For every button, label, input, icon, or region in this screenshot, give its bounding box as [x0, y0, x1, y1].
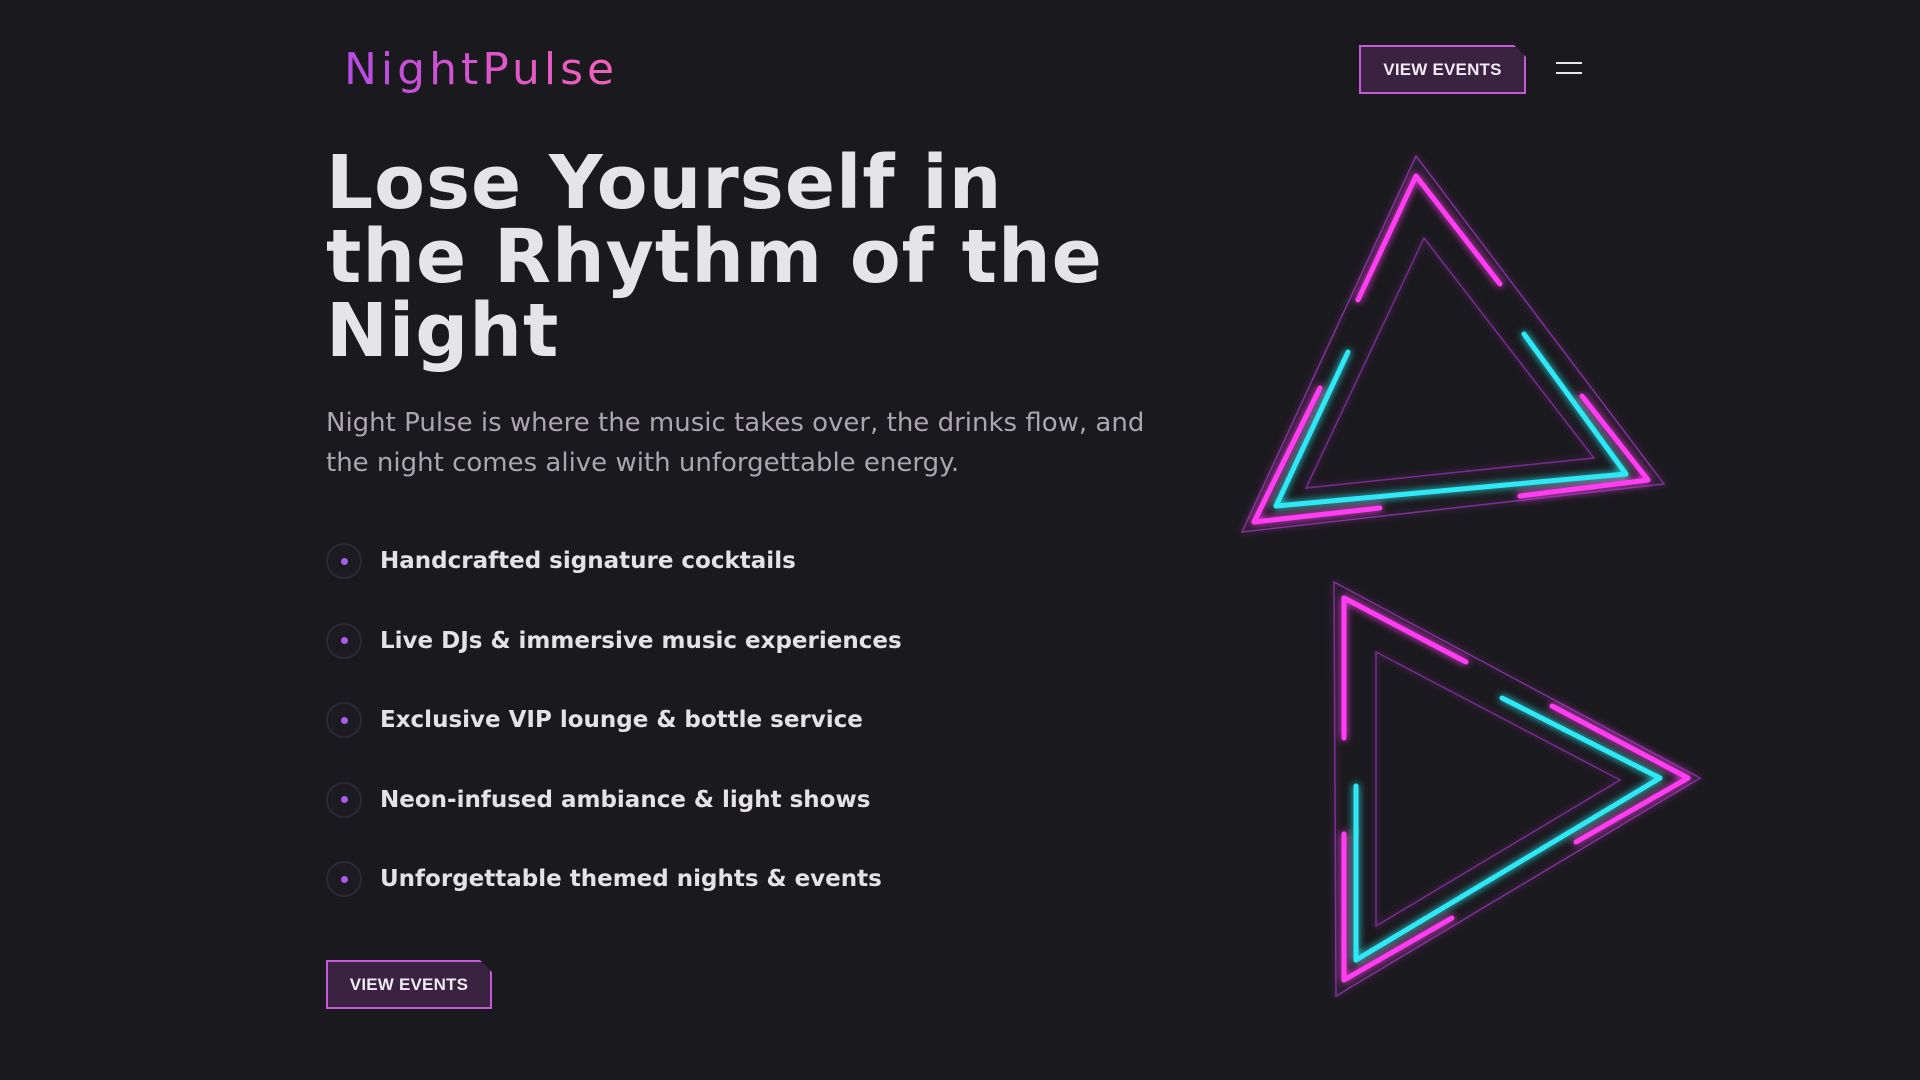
hero-headline: Lose Yourself in the Rhythm of the Night	[326, 140, 1103, 374]
hero-view-events-button[interactable]: VIEW EVENTS	[326, 960, 492, 1009]
feature-label: Neon-infused ambiance & light shows	[380, 786, 871, 813]
brand-logo[interactable]: NightPulse	[344, 42, 618, 98]
hero-subtitle: Night Pulse is where the music takes ove…	[326, 408, 1145, 478]
bullet-dot-icon	[326, 781, 362, 818]
bullet-dot-icon	[326, 861, 362, 897]
neon-decoration	[1240, 154, 1702, 998]
hamburger-menu-icon[interactable]	[1554, 58, 1584, 80]
bullet-dot-icon	[326, 702, 362, 738]
feature-label: Unforgettable themed nights & events	[380, 866, 882, 892]
feature-item: Unforgettable themed nights & events	[326, 859, 902, 899]
feature-item: Live DJs & immersive music experiences	[326, 621, 902, 661]
menu-bar-top	[1556, 62, 1582, 64]
neon-triangle-up-icon	[1240, 154, 1666, 533]
feature-item: Exclusive VIP lounge & bottle service	[326, 700, 902, 740]
menu-bar-bottom	[1556, 72, 1582, 74]
feature-item: Handcrafted signature cocktails	[326, 541, 902, 581]
bullet-dot-icon	[326, 543, 362, 579]
feature-label: Live DJs & immersive music experiences	[380, 627, 902, 654]
feature-label: Exclusive VIP lounge & bottle service	[380, 707, 863, 733]
feature-list: Handcrafted signature cocktails Live DJs…	[326, 541, 902, 939]
feature-item: Neon-infused ambiance & light shows	[326, 780, 902, 820]
feature-label: Handcrafted signature cocktails	[380, 548, 796, 574]
neon-triangle-play-icon	[1333, 580, 1702, 998]
bullet-dot-icon	[326, 622, 362, 659]
header-view-events-button[interactable]: VIEW EVENTS	[1359, 45, 1526, 94]
